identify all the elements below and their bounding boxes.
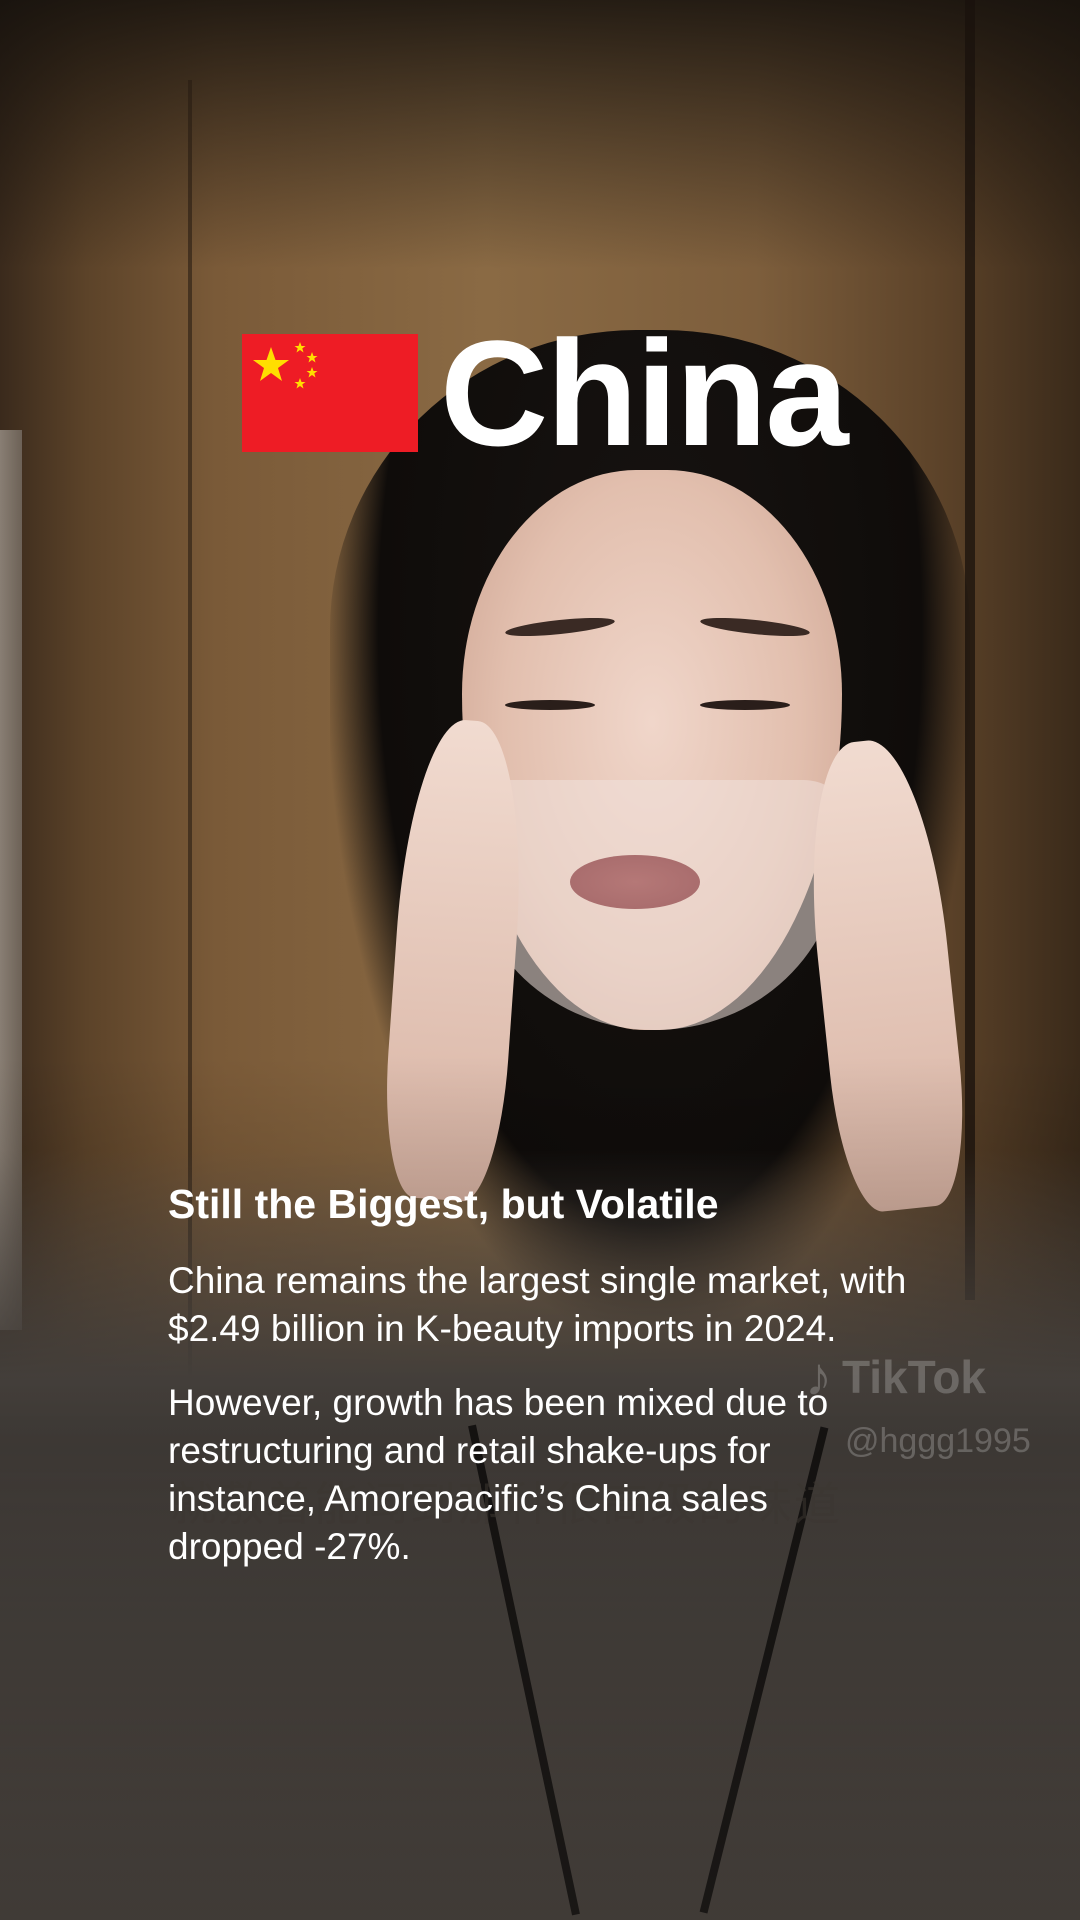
shade-overlay	[0, 0, 1080, 1920]
country-header: China	[242, 309, 849, 477]
caption-heading: Still the Biggest, but Volatile	[168, 1181, 719, 1227]
caption-paragraph: China remains the largest single market,…	[168, 1260, 907, 1350]
caption-paragraph: However, growth has been mixed due to re…	[168, 1382, 829, 1568]
caption-card: Still the Biggest, but Volatile China re…	[168, 1180, 908, 1597]
country-title: China	[440, 309, 849, 477]
video-frame: 就敷着能闻到那种很高级的味道 ♪ TikTok @hggg1995 China …	[0, 0, 1080, 1920]
china-flag-icon	[242, 334, 418, 452]
